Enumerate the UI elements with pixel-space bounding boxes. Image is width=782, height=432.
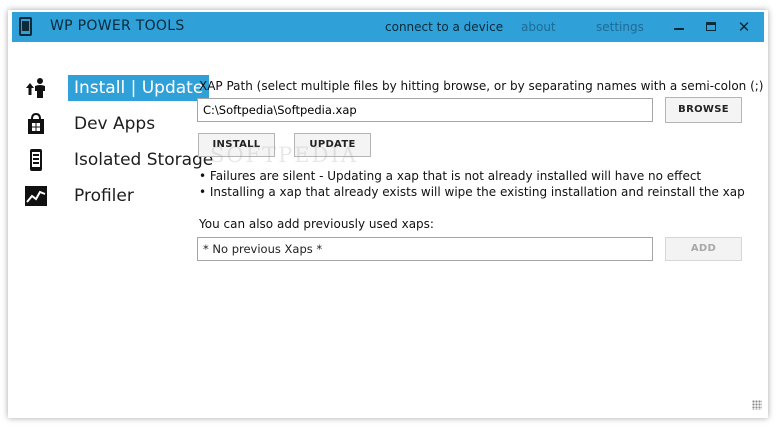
add-button[interactable]: ADD [665,237,742,261]
close-icon[interactable]: ✕ [735,19,753,35]
note-reinstall: • Installing a xap that already exists w… [199,185,745,199]
app-window: WP POWER TOOLS connect to a device about… [12,12,764,412]
settings-link[interactable]: settings [596,20,644,34]
connect-to-device-link[interactable]: connect to a device [385,20,503,34]
minimize-icon[interactable] [670,19,688,35]
xap-path-label: XAP Path (select multiple files by hitti… [199,79,764,93]
app-title: WP POWER TOOLS [50,18,185,34]
note-failures-silent: • Failures are silent - Updating a xap t… [199,169,702,183]
watermark: SOFTPEDIA [210,143,358,167]
chart-line-icon [25,186,47,206]
sidebar-item-label: Install | Update [68,75,210,101]
title-bar[interactable]: WP POWER TOOLS connect to a device about… [12,12,764,42]
phone-storage-icon [30,149,42,171]
xap-path-input[interactable]: C:\Softpedia\Softpedia.xap [197,98,653,122]
previous-xaps-select[interactable]: * No previous Xaps * [197,237,653,261]
sidebar-item-label: Dev Apps [74,114,156,134]
sidebar-item-label: Profiler [74,186,134,206]
install-update-icon [26,78,45,98]
maximize-icon[interactable] [702,19,720,35]
browse-button[interactable]: BROWSE [665,97,742,123]
about-link[interactable]: about [521,20,556,34]
shopping-bag-icon [28,112,44,134]
previous-xaps-label: You can also add previously used xaps: [199,217,434,231]
phone-app-icon [19,17,32,36]
sidebar-item-label: Isolated Storage [74,150,214,170]
resize-grip-icon[interactable] [752,400,762,410]
